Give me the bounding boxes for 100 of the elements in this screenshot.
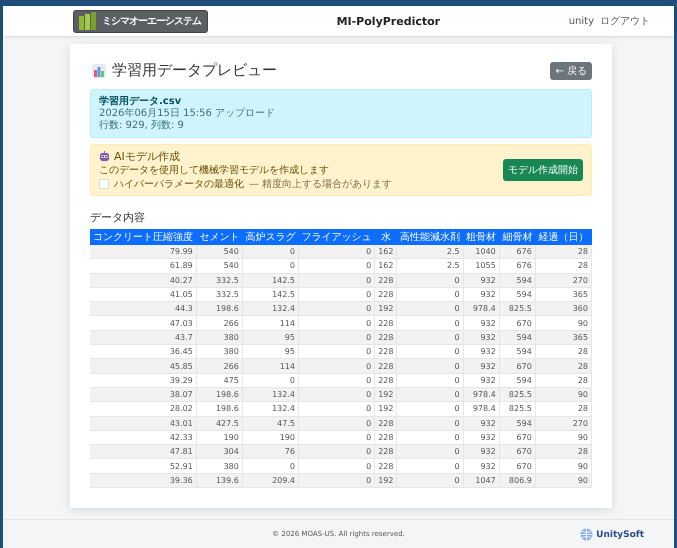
column-header[interactable]: コンクリート圧縮強度: [90, 229, 196, 245]
table-cell: 192: [374, 402, 397, 416]
table-cell: 28.02: [90, 402, 196, 416]
table-cell: 0: [396, 316, 464, 330]
table-cell: 90: [535, 473, 592, 488]
table-cell: 0: [242, 458, 298, 474]
table-cell: 192: [374, 302, 397, 316]
table-cell: 228: [374, 316, 397, 330]
table-cell: 228: [374, 273, 397, 288]
table-cell: 0: [396, 373, 464, 388]
table-cell: 0: [242, 258, 298, 274]
table-cell: 198.6: [196, 402, 242, 416]
table-cell: 0: [396, 444, 464, 459]
table-cell: 198.6: [196, 387, 242, 402]
table-cell: 76: [242, 444, 298, 459]
table-cell: 932: [463, 444, 500, 459]
table-cell: 475: [196, 373, 242, 388]
table-cell: 270: [535, 273, 592, 288]
column-header[interactable]: 高性能減水剤: [396, 229, 464, 245]
table-cell: 332.5: [196, 273, 242, 288]
table-cell: 676: [499, 245, 536, 259]
column-header[interactable]: 経過（日）: [535, 229, 592, 245]
table-cell: 670: [499, 444, 536, 459]
table-cell: 52.91: [90, 458, 196, 474]
table-cell: 228: [374, 458, 397, 474]
table-cell: 228: [374, 358, 397, 374]
table-cell: 47.03: [90, 316, 196, 330]
table-cell: 0: [298, 273, 375, 288]
table-cell: 825.5: [499, 387, 536, 402]
table-cell: 1055: [463, 258, 500, 274]
table-cell: 228: [374, 330, 397, 345]
table-cell: 198.6: [196, 302, 242, 316]
ai-model-title: AIモデル作成: [114, 149, 180, 164]
table-cell: 825.5: [499, 302, 536, 316]
table-cell: 0: [396, 458, 464, 474]
table-cell: 932: [463, 316, 500, 330]
optimize-label: ハイパーパラメータの最適化: [114, 178, 244, 191]
column-header[interactable]: 水: [374, 229, 397, 245]
table-cell: 1040: [463, 245, 500, 259]
table-cell: 0: [396, 416, 464, 430]
table-cell: 47.5: [242, 416, 298, 430]
table-cell: 806.9: [499, 473, 536, 488]
table-cell: 0: [242, 245, 298, 259]
column-header[interactable]: 細骨材: [499, 229, 536, 245]
table-cell: 39.36: [90, 473, 196, 488]
table-cell: 0: [298, 416, 375, 430]
table-cell: 978.4: [463, 302, 500, 316]
table-cell: 0: [298, 373, 375, 388]
table-cell: 932: [463, 273, 500, 288]
table-cell: 2.5: [396, 245, 464, 259]
table-cell: 79.99: [90, 245, 196, 259]
table-cell: 0: [298, 258, 375, 274]
table-cell: 380: [196, 458, 242, 474]
column-header[interactable]: セメント: [196, 229, 242, 245]
table-cell: 932: [463, 330, 500, 345]
table-cell: 43.7: [90, 330, 196, 345]
table-cell: 365: [535, 330, 592, 345]
section-heading: データ内容: [90, 210, 146, 225]
table-cell: 43.01: [90, 416, 196, 430]
back-button[interactable]: ← 戻る: [550, 62, 592, 80]
bar-chart-icon: [92, 64, 106, 78]
table-cell: 132.4: [242, 387, 298, 402]
table-cell: 28: [535, 245, 592, 259]
create-model-button[interactable]: モデル作成開始: [503, 159, 583, 181]
table-cell: 0: [298, 358, 375, 374]
table-cell: 0: [396, 473, 464, 488]
logout-link[interactable]: ログアウト: [600, 14, 650, 28]
table-cell: 28: [535, 258, 592, 274]
table-cell: 192: [374, 473, 397, 488]
table-cell: 932: [463, 373, 500, 388]
table-cell: 266: [196, 316, 242, 330]
table-cell: 228: [374, 416, 397, 430]
file-size: 行数: 929, 列数: 9: [99, 120, 185, 132]
ai-description: このデータを使用して機械学習モデルを作成します: [99, 164, 330, 177]
table-cell: 0: [298, 330, 375, 345]
optimize-note: — 精度向上する場合があります: [249, 178, 392, 191]
table-cell: 28: [535, 358, 592, 374]
table-cell: 304: [196, 444, 242, 459]
table-cell: 427.5: [196, 416, 242, 430]
table-cell: 40.27: [90, 273, 196, 288]
column-header[interactable]: 高炉スラグ: [242, 229, 298, 245]
table-cell: 132.4: [242, 302, 298, 316]
column-header[interactable]: フライアッシュ: [298, 229, 375, 245]
table-cell: 38.07: [90, 387, 196, 402]
table-cell: 132.4: [242, 402, 298, 416]
unitysoft-logo-text: UnitySoft: [596, 530, 644, 540]
globe-icon: [580, 528, 594, 541]
app-title: MI-PolyPredictor: [336, 14, 442, 28]
column-header[interactable]: 粗骨材: [463, 229, 500, 245]
table-cell: 0: [396, 273, 464, 288]
table-cell: 932: [463, 358, 500, 374]
logo-bars-icon: [78, 12, 98, 30]
optimize-checkbox[interactable]: [99, 179, 109, 189]
table-cell: 594: [499, 416, 536, 430]
table-cell: 90: [535, 316, 592, 330]
table-cell: 162: [374, 245, 397, 259]
table-cell: 45.85: [90, 358, 196, 374]
file-name: 学習用データ.csv: [99, 95, 182, 108]
table-cell: 114: [242, 358, 298, 374]
table-cell: 28: [535, 444, 592, 459]
